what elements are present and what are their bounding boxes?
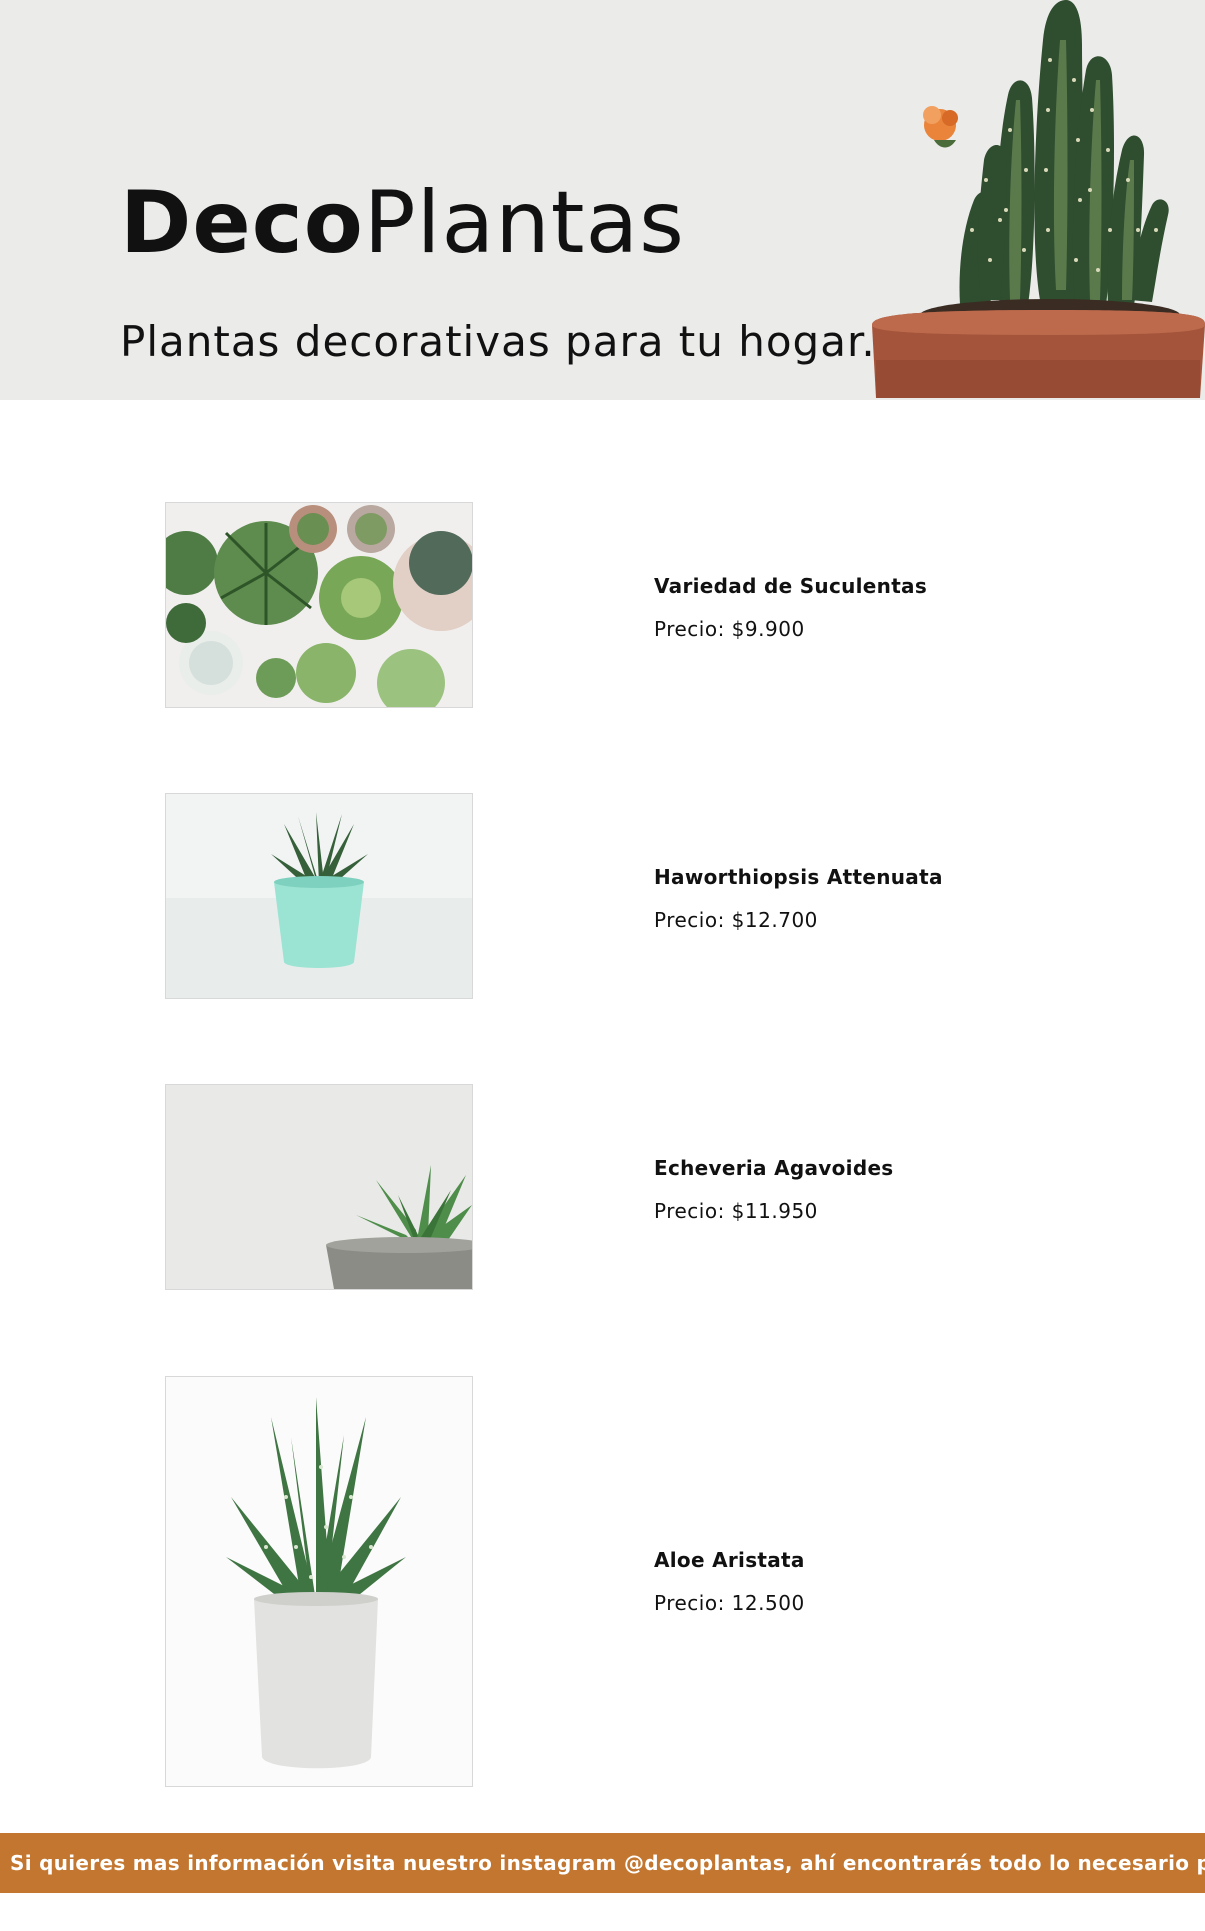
product-info-2: Haworthiopsis Attenuata Precio: $12.700 [654, 863, 943, 934]
product-info-1: Variedad de Suculentas Precio: $9.900 [654, 572, 927, 643]
brand-title: DecoPlantas [120, 168, 685, 278]
product-info-4: Aloe Aristata Precio: 12.500 [654, 1546, 805, 1617]
product-name: Aloe Aristata [654, 1548, 805, 1572]
footer-text[interactable]: Si quieres mas información visita nuestr… [10, 1849, 1205, 1877]
product-name: Haworthiopsis Attenuata [654, 865, 943, 889]
aloe-image[interactable] [165, 1376, 473, 1787]
hero-banner: DecoPlantas Plantas decorativas para tu … [0, 0, 1205, 400]
echeveria-image[interactable] [165, 1084, 473, 1290]
brand-title-bold: Deco [120, 173, 364, 273]
product-price: Precio: 12.500 [654, 1591, 805, 1615]
product-name: Echeveria Agavoides [654, 1156, 894, 1180]
product-price: Precio: $12.700 [654, 908, 818, 932]
flower-icon [923, 106, 958, 148]
product-info-3: Echeveria Agavoides Precio: $11.950 [654, 1154, 894, 1225]
haworthiopsis-image[interactable] [165, 793, 473, 999]
cactus-hero-image [872, 0, 1205, 398]
footer-banner: Si quieres mas información visita nuestr… [0, 1833, 1205, 1893]
product-name: Variedad de Suculentas [654, 574, 928, 598]
succulents-variety-image[interactable] [165, 502, 473, 708]
brand-title-regular: Plantas [363, 173, 685, 273]
tagline: Plantas decorativas para tu hogar. [120, 317, 876, 366]
product-price: Precio: $11.950 [654, 1199, 818, 1223]
product-price: Precio: $9.900 [654, 617, 805, 641]
page: DecoPlantas Plantas decorativas para tu … [0, 0, 1205, 1931]
